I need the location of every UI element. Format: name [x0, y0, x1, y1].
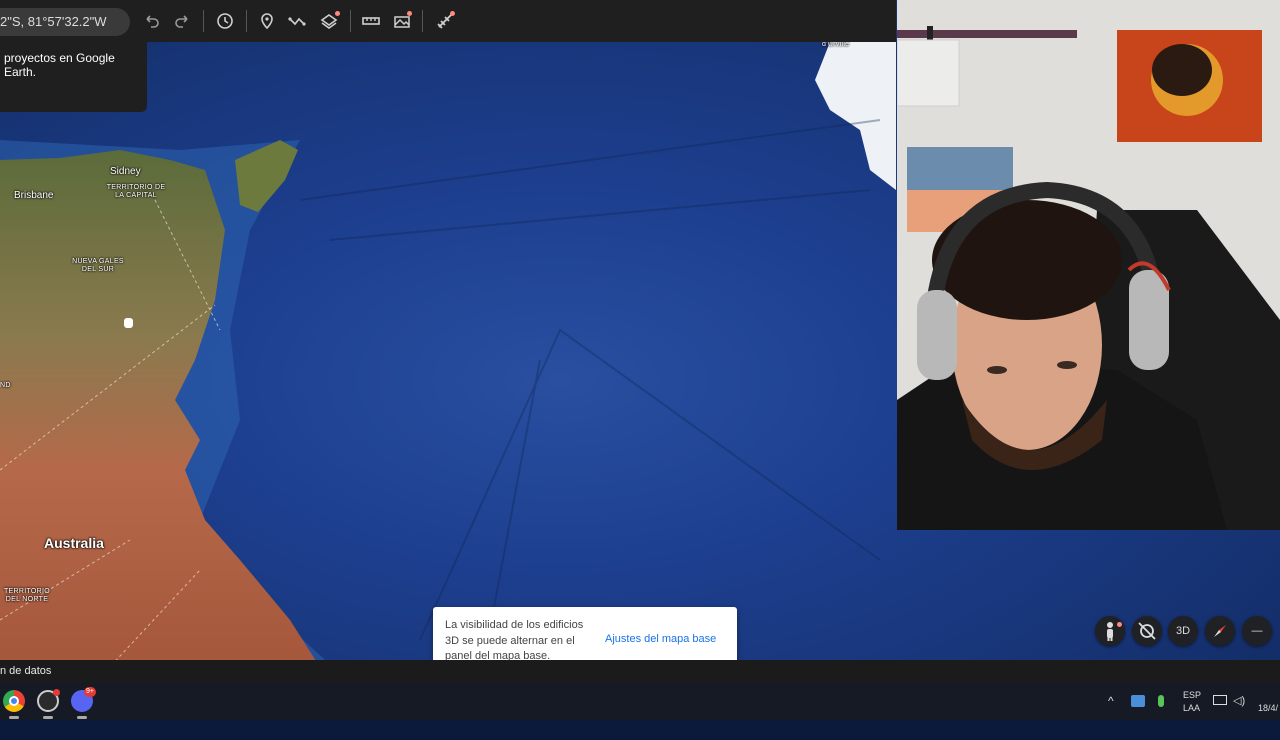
toolbar-divider — [246, 10, 247, 32]
path-icon[interactable] — [288, 12, 306, 30]
notification-dot — [407, 11, 412, 16]
webcam-overlay — [897, 0, 1280, 530]
snackbar-message: La visibilidad de los edificios 3D se pu… — [445, 619, 584, 662]
pegman-icon — [1107, 622, 1113, 641]
toggle-3d-button[interactable]: 3D — [1168, 616, 1198, 646]
notification-dot — [53, 689, 60, 696]
label-capital-territory: TERRITORIO DE LA CAPITAL — [106, 184, 166, 199]
label-australia: Australia — [44, 535, 104, 551]
notification-dot — [335, 11, 340, 16]
hand-cursor-icon — [124, 318, 133, 328]
os-taskbar: 9+ ^ ESP LAA ◁) 18/4/ — [0, 683, 1280, 720]
notification-dot — [450, 11, 455, 16]
shield-icon[interactable] — [1131, 695, 1145, 707]
toolbar-divider — [422, 10, 423, 32]
ruler-icon[interactable] — [362, 12, 380, 30]
tilt-off-icon — [1138, 622, 1156, 640]
webcam-person-image — [897, 0, 1280, 530]
chevron-up-icon[interactable]: ^ — [1108, 694, 1114, 731]
active-indicator — [77, 716, 87, 719]
map-footer: n de datos — [0, 660, 1280, 683]
active-indicator — [43, 716, 53, 719]
date-text: 18/4/ — [1258, 703, 1279, 713]
microphone-icon[interactable] — [1158, 695, 1164, 707]
basemap-settings-link[interactable]: Ajustes del mapa base — [605, 633, 716, 645]
data-attribution-link[interactable]: n de datos — [0, 665, 51, 677]
discord-badge: 9+ — [84, 687, 96, 697]
zoom-out-button[interactable]: — — [1242, 616, 1272, 646]
compass-button[interactable] — [1205, 616, 1235, 646]
redo-icon[interactable] — [173, 12, 191, 30]
label-nsw: NUEVA GALES DEL SUR — [72, 258, 124, 273]
label-sidney: Sidney — [110, 166, 141, 177]
info-tooltip: proyectos en Google Earth. — [0, 42, 147, 112]
top-toolbar: 2"S, 81°57'32.2"W — [0, 0, 896, 42]
placemark-icon[interactable] — [258, 12, 276, 30]
label-durville: d'Urville — [822, 41, 850, 48]
language-bottom[interactable]: LAA — [1183, 703, 1200, 740]
label-northern-territory: TERRITORIO DEL NORTE — [3, 588, 51, 603]
toolbar-divider — [350, 10, 351, 32]
pegman-button[interactable] — [1095, 616, 1125, 646]
compass-icon — [1214, 625, 1226, 637]
reset-tilt-button[interactable] — [1132, 616, 1162, 646]
search-field[interactable]: 2"S, 81°57'32.2"W — [0, 8, 130, 36]
monitor-icon[interactable] — [1213, 695, 1227, 705]
history-icon[interactable] — [216, 12, 234, 30]
volume-icon[interactable]: ◁) — [1233, 694, 1245, 731]
undo-icon[interactable] — [143, 12, 161, 30]
toolbar-divider — [203, 10, 204, 32]
notification-dot — [1117, 622, 1122, 627]
active-indicator — [9, 716, 19, 719]
label-edge: ND — [0, 382, 11, 389]
chrome-icon[interactable] — [3, 690, 25, 712]
label-brisbane: Brisbane — [14, 190, 54, 201]
